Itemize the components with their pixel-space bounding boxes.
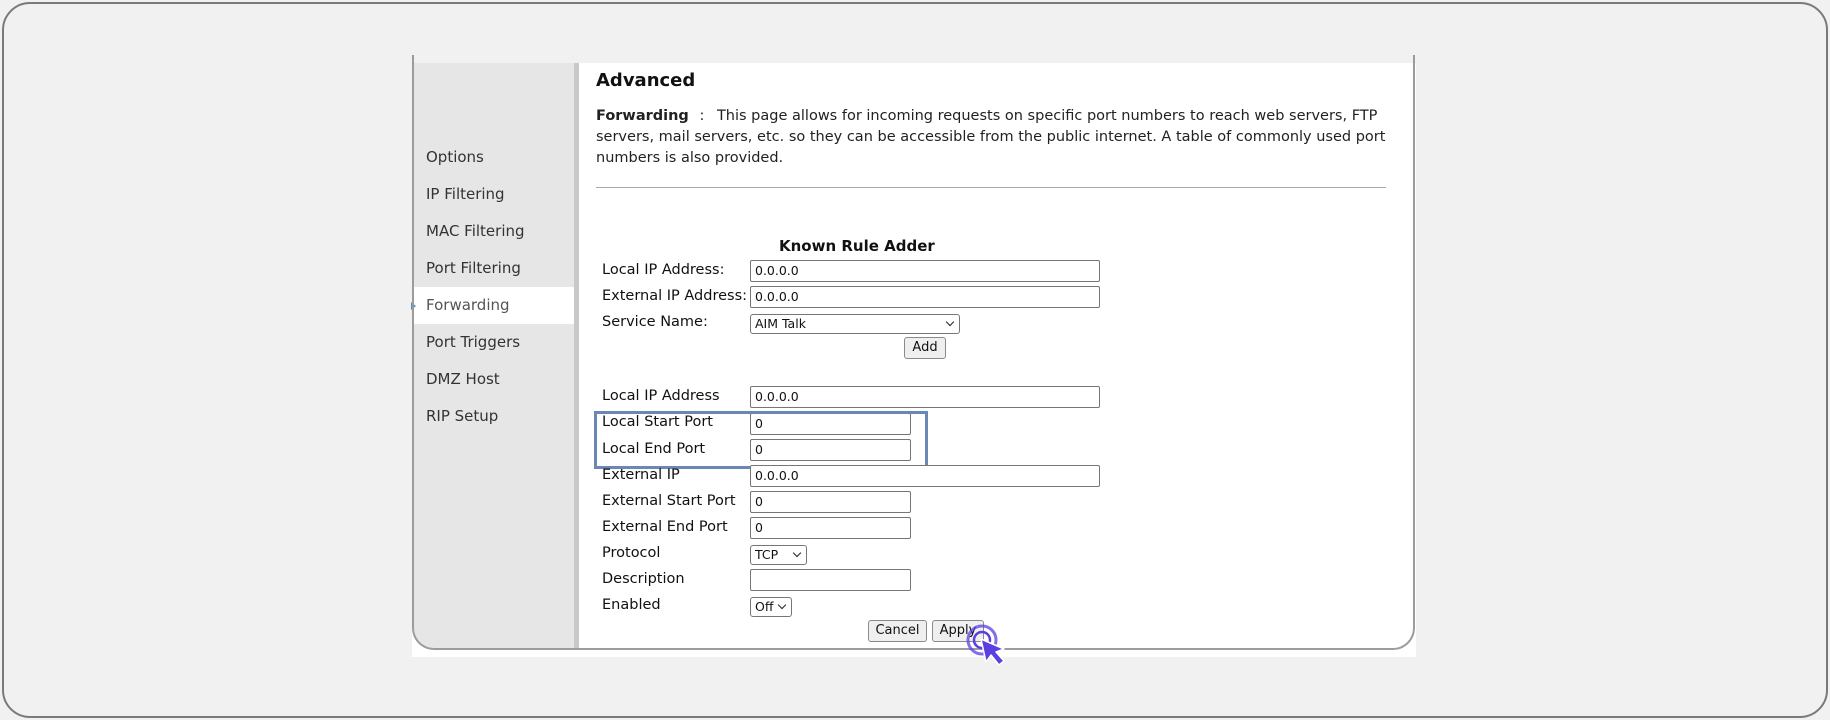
chevron-down-icon [792,548,802,558]
sidebar-item-port-triggers[interactable]: Port Triggers [414,324,574,361]
sidebar-item-mac-filtering[interactable]: MAC Filtering [414,213,574,250]
adder-service-name-label: Service Name: [602,314,708,330]
chevron-down-icon [777,600,787,610]
service-name-value: AIM Talk [755,316,806,331]
enabled-value: Off [755,599,774,614]
external-end-port-label: External End Port [602,519,728,535]
sidebar-item-port-filtering[interactable]: Port Filtering [414,250,574,287]
sidebar-item-label: DMZ Host [426,370,500,388]
protocol-label: Protocol [602,545,661,561]
intro-separator: : [699,108,705,124]
external-end-port-input[interactable]: 0 [750,517,911,539]
sidebar-item-options[interactable]: Options [414,139,574,176]
highlight-box [594,411,928,469]
external-start-port-input[interactable]: 0 [750,491,911,513]
sidebar: Options IP Filtering MAC Filtering Port … [411,63,579,648]
local-ip-label: Local IP Address [602,388,720,404]
sidebar-item-label: Port Triggers [426,333,521,351]
description-label: Description [602,571,685,587]
active-marker-icon [411,302,416,310]
description-input[interactable] [750,569,911,591]
protocol-select[interactable]: TCP [750,545,807,565]
known-rule-adder-heading: Known Rule Adder [779,237,935,255]
protocol-value: TCP [755,547,779,562]
sidebar-item-label: Options [426,148,484,166]
cancel-button[interactable]: Cancel [868,620,927,642]
page-title: Advanced [596,70,696,91]
page-description: Forwarding : This page allows for incomi… [596,106,1386,169]
section-divider [596,187,1386,188]
enabled-select[interactable]: Off [750,597,792,617]
intro-text: This page allows for incoming requests o… [596,108,1386,166]
chevron-down-icon [945,317,955,327]
adder-local-ip-input[interactable]: 0.0.0.0 [750,260,1100,282]
sidebar-item-forwarding[interactable]: Forwarding [411,287,574,324]
sidebar-item-ip-filtering[interactable]: IP Filtering [414,176,574,213]
external-ip-input[interactable]: 0.0.0.0 [750,465,1100,487]
sidebar-item-label: RIP Setup [426,407,499,425]
sidebar-item-rip-setup[interactable]: RIP Setup [414,398,574,435]
adder-local-ip-label: Local IP Address: [602,262,725,278]
sidebar-item-label: Port Filtering [426,259,521,277]
external-start-port-label: External Start Port [602,493,736,509]
add-button[interactable]: Add [904,337,946,359]
sidebar-item-label: IP Filtering [426,185,505,203]
external-ip-label: External IP [602,467,680,483]
sidebar-item-dmz-host[interactable]: DMZ Host [414,361,574,398]
local-ip-input[interactable]: 0.0.0.0 [750,386,1100,408]
enabled-label: Enabled [602,597,661,613]
intro-term: Forwarding [596,108,689,124]
sidebar-item-label: Forwarding [426,296,510,314]
service-name-select[interactable]: AIM Talk [750,314,960,334]
adder-external-ip-label: External IP Address: [602,288,748,304]
sidebar-item-label: MAC Filtering [426,222,525,240]
click-cursor-icon [966,624,1005,666]
adder-external-ip-input[interactable]: 0.0.0.0 [750,286,1100,308]
